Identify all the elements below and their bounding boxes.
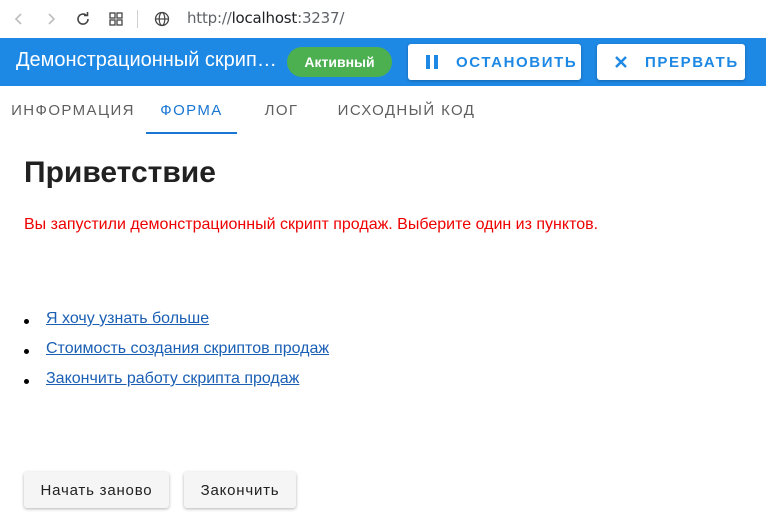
finish-button[interactable]: Закончить [184, 472, 296, 508]
stop-button[interactable]: ОСТАНОВИТЬ [408, 44, 581, 80]
pause-icon [422, 52, 442, 72]
status-badge: Активный [287, 47, 392, 77]
browser-toolbar: http://localhost:3237/ [0, 0, 766, 38]
url-scheme: http:// [187, 9, 232, 27]
form-heading: Приветствие [24, 156, 216, 189]
bullet [24, 349, 29, 354]
abort-button-label: ПРЕРВАТЬ [645, 53, 739, 71]
form-notice: Вы запустили демонстрационный скрипт про… [24, 216, 599, 233]
url-host: localhost [231, 9, 298, 27]
script-title: Демонстрационный скрипт продаж [16, 49, 280, 71]
address-bar[interactable]: http://localhost:3237/ [187, 9, 344, 27]
reload-icon[interactable] [73, 9, 93, 29]
globe-icon [152, 9, 172, 29]
tab-log[interactable]: ЛОГ [237, 86, 326, 134]
list-item: Закончить работу скрипта продаж [24, 370, 329, 400]
stop-button-label: ОСТАНОВИТЬ [456, 53, 578, 71]
choice-learn-more-link[interactable]: Я хочу узнать больше [46, 310, 209, 327]
list-item: Стоимость создания скриптов продаж [24, 340, 329, 370]
bullet [24, 319, 29, 324]
choice-finish-script-link[interactable]: Закончить работу скрипта продаж [46, 370, 299, 387]
choice-list: Я хочу узнать больше Стоимость создания … [24, 310, 329, 400]
forward-icon[interactable] [41, 9, 61, 29]
url-port-path: :3237/ [297, 9, 345, 27]
app-header: Демонстрационный скрипт продаж Активный … [0, 38, 766, 86]
tab-bar: ИНФОРМАЦИЯ ФОРМА ЛОГ ИСХОДНЫЙ КОД [0, 86, 766, 134]
toolbar-divider [137, 10, 138, 28]
apps-icon[interactable] [106, 9, 126, 29]
restart-button[interactable]: Начать заново [24, 472, 169, 508]
bullet [24, 379, 29, 384]
back-icon[interactable] [9, 9, 29, 29]
tab-source-code[interactable]: ИСХОДНЫЙ КОД [326, 86, 487, 134]
abort-button[interactable]: ПРЕРВАТЬ [597, 44, 745, 80]
close-icon [611, 52, 631, 72]
choice-pricing-link[interactable]: Стоимость создания скриптов продаж [46, 340, 329, 357]
tab-form[interactable]: ФОРМА [146, 86, 237, 134]
list-item: Я хочу узнать больше [24, 310, 329, 340]
tab-info[interactable]: ИНФОРМАЦИЯ [0, 86, 146, 134]
